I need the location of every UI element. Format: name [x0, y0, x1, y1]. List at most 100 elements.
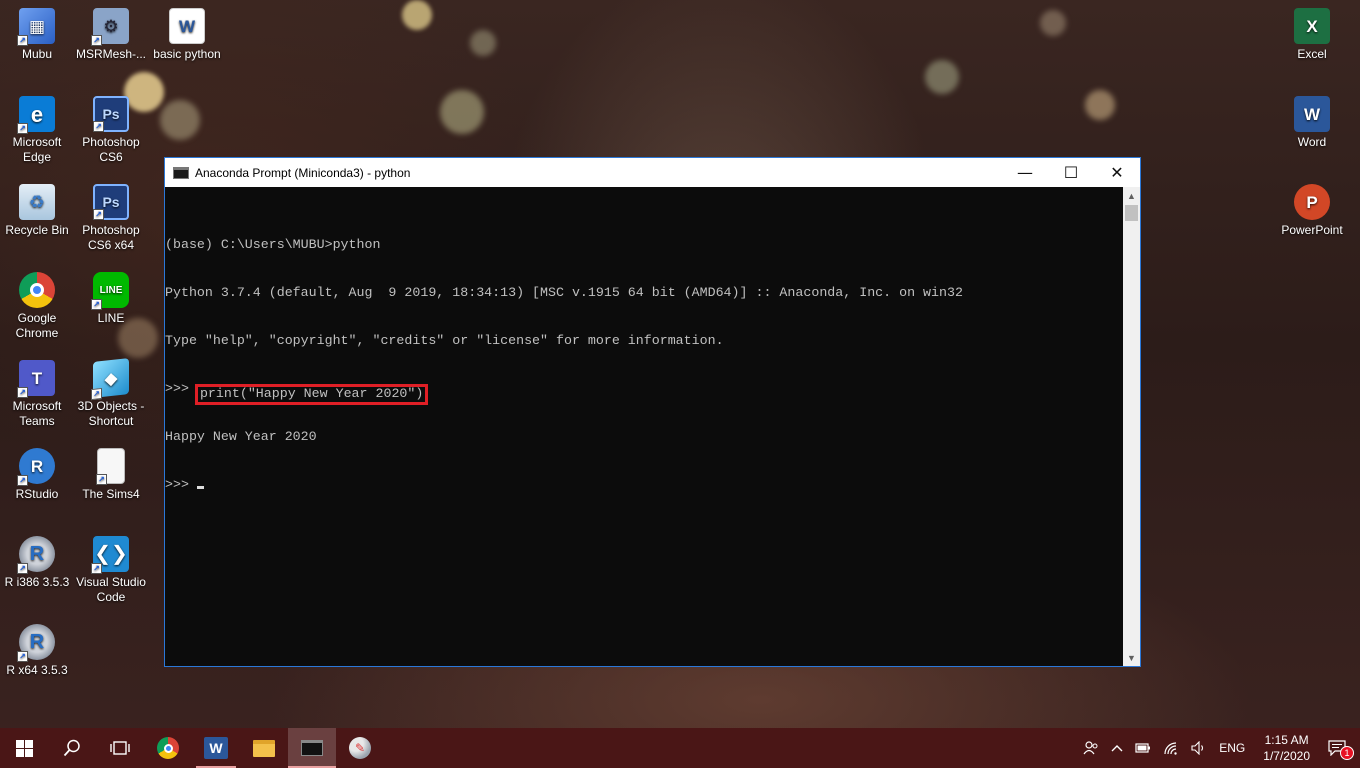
bokeh-light [1085, 90, 1115, 120]
chrome-icon [19, 272, 55, 308]
clock[interactable]: 1:15 AM 1/7/2020 [1251, 732, 1322, 764]
task-view-icon [110, 741, 130, 755]
desktop-icon-basic-python[interactable]: W basic python [150, 8, 224, 62]
word-doc-icon: W [169, 8, 205, 44]
people-icon[interactable] [1077, 728, 1105, 768]
search-button[interactable] [48, 728, 96, 768]
desktop-icon-label: Photoshop CS6 x64 [82, 223, 140, 252]
taskbar-chrome[interactable] [144, 728, 192, 768]
console-line: Python 3.7.4 (default, Aug 9 2019, 18:34… [165, 285, 963, 300]
desktop-icon-teams[interactable]: T ↗ Microsoft Teams [0, 360, 74, 429]
file-icon: ↗ [96, 448, 125, 485]
taskbar-word[interactable]: W [192, 728, 240, 768]
desktop-icon-label: Visual Studio Code [76, 575, 146, 604]
windows-logo-icon [15, 739, 33, 757]
title-bar[interactable]: Anaconda Prompt (Miniconda3) - python — … [165, 158, 1140, 187]
system-tray: ENG 1:15 AM 1/7/2020 1 [1077, 728, 1360, 768]
console-window[interactable]: Anaconda Prompt (Miniconda3) - python — … [164, 157, 1141, 667]
r-icon: R ↗ [17, 624, 55, 662]
r-icon: R ↗ [17, 536, 55, 574]
desktop-icon-recycle-bin[interactable]: ♻ Recycle Bin [0, 184, 74, 238]
search-icon [63, 739, 80, 757]
desktop-icon-vscode[interactable]: ❮❯ ↗ Visual Studio Code [74, 536, 148, 605]
clock-date: 1/7/2020 [1263, 749, 1310, 763]
desktop-icon-label: Microsoft Teams [12, 399, 62, 428]
bokeh-light [470, 30, 496, 56]
vertical-scrollbar[interactable]: ▲ ▼ [1123, 187, 1140, 666]
console-line: >>> [165, 477, 1123, 493]
excel-icon: X [1294, 8, 1330, 44]
desktop-icon-label: Recycle Bin [5, 223, 69, 237]
rstudio-icon: R ↗ [17, 448, 55, 486]
taskbar: W ✎ ENG 1:15 AM 1/7/2020 1 [0, 728, 1360, 768]
scroll-down-arrow-icon[interactable]: ▼ [1123, 649, 1140, 666]
bokeh-light [925, 60, 959, 94]
taskbar-console[interactable] [288, 728, 336, 768]
minimize-button[interactable]: — [1002, 158, 1048, 187]
console-output[interactable]: (base) C:\Users\MUBU>python Python 3.7.4… [165, 187, 1123, 666]
desktop-icon-label: R i386 3.5.3 [4, 575, 70, 589]
bokeh-light [440, 90, 484, 134]
notification-center-button[interactable]: 1 [1322, 728, 1360, 768]
close-button[interactable]: ✕ [1094, 158, 1140, 187]
desktop-icon-r-x64[interactable]: R ↗ R x64 3.5.3 [0, 624, 74, 678]
language-indicator[interactable]: ENG [1213, 728, 1251, 768]
vscode-icon: ❮❯ ↗ [91, 536, 129, 574]
python-prompt: >>> [165, 477, 189, 492]
chrome-icon [157, 737, 179, 759]
bokeh-light [160, 100, 200, 140]
recycle-bin-icon: ♻ [19, 184, 55, 220]
taskbar-file-explorer[interactable] [240, 728, 288, 768]
desktop-icon-sims4[interactable]: ↗ The Sims4 [74, 448, 148, 502]
maximize-button[interactable]: ☐ [1048, 158, 1094, 187]
desktop-icon-msrmesh[interactable]: ⚙ ↗ MSRMesh-... [74, 8, 148, 62]
desktop-icon-rstudio[interactable]: R ↗ RStudio [0, 448, 74, 502]
desktop-icon-line[interactable]: LINE ↗ LINE [74, 272, 148, 326]
text-cursor [196, 486, 204, 489]
edge-icon: e ↗ [17, 96, 55, 134]
tool-icon: ⚙ ↗ [91, 8, 129, 46]
word-icon: W [204, 737, 228, 759]
desktop-icon-r-i386[interactable]: R ↗ R i386 3.5.3 [0, 536, 74, 590]
desktop-icon-powerpoint[interactable]: P PowerPoint [1275, 184, 1349, 238]
desktop-icon-photoshop[interactable]: Ps ↗ Photoshop CS6 [74, 96, 148, 165]
bokeh-light [402, 0, 432, 30]
file-explorer-icon [253, 739, 275, 757]
desktop-icon-label: Microsoft Edge [12, 135, 62, 164]
photoshop-icon: Ps ↗ [93, 184, 129, 220]
battery-icon[interactable] [1129, 728, 1157, 768]
desktop-icon-label: Word [1297, 135, 1327, 149]
task-view-button[interactable] [96, 728, 144, 768]
paint-icon: ✎ [349, 737, 371, 759]
console-line: Type "help", "copyright", "credits" or "… [165, 333, 724, 348]
desktop-icon-label: Google Chrome [15, 311, 59, 340]
desktop-icon-label: PowerPoint [1281, 223, 1343, 237]
desktop-icon-label: R x64 3.5.3 [6, 663, 68, 677]
desktop-icon-label: The Sims4 [82, 487, 140, 501]
wifi-icon[interactable] [1157, 728, 1185, 768]
3d-objects-icon: ◆ ↗ [91, 358, 129, 401]
console-line: (base) C:\Users\MUBU>python [165, 237, 381, 252]
scroll-thumb[interactable] [1125, 205, 1138, 221]
desktop-icon-excel[interactable]: X Excel [1275, 8, 1349, 62]
word-icon: W [1294, 96, 1330, 132]
desktop-icon-word[interactable]: W Word [1275, 96, 1349, 150]
powerpoint-icon: P [1294, 184, 1330, 220]
teams-icon: T ↗ [17, 360, 55, 398]
taskbar-paint[interactable]: ✎ [336, 728, 384, 768]
volume-icon[interactable] [1185, 728, 1213, 768]
desktop-icon-3d-objects[interactable]: ◆ ↗ 3D Objects - Shortcut [74, 358, 148, 429]
photoshop-icon: Ps ↗ [93, 96, 129, 132]
chevron-up-icon[interactable] [1105, 728, 1129, 768]
clock-time: 1:15 AM [1264, 733, 1309, 747]
console-app-icon [173, 166, 189, 179]
desktop-icon-photoshop-x64[interactable]: Ps ↗ Photoshop CS6 x64 [74, 184, 148, 253]
desktop-icon-label: basic python [153, 47, 221, 61]
desktop-icon-label: Excel [1297, 47, 1327, 61]
start-button[interactable] [0, 728, 48, 768]
scroll-up-arrow-icon[interactable]: ▲ [1123, 187, 1140, 204]
desktop-icon-edge[interactable]: e ↗ Microsoft Edge [0, 96, 74, 165]
desktop-icon-chrome[interactable]: Google Chrome [0, 272, 74, 341]
notification-badge: 1 [1340, 746, 1354, 760]
desktop-icon-mubu[interactable]: ▦ ↗ Mubu [0, 8, 74, 62]
